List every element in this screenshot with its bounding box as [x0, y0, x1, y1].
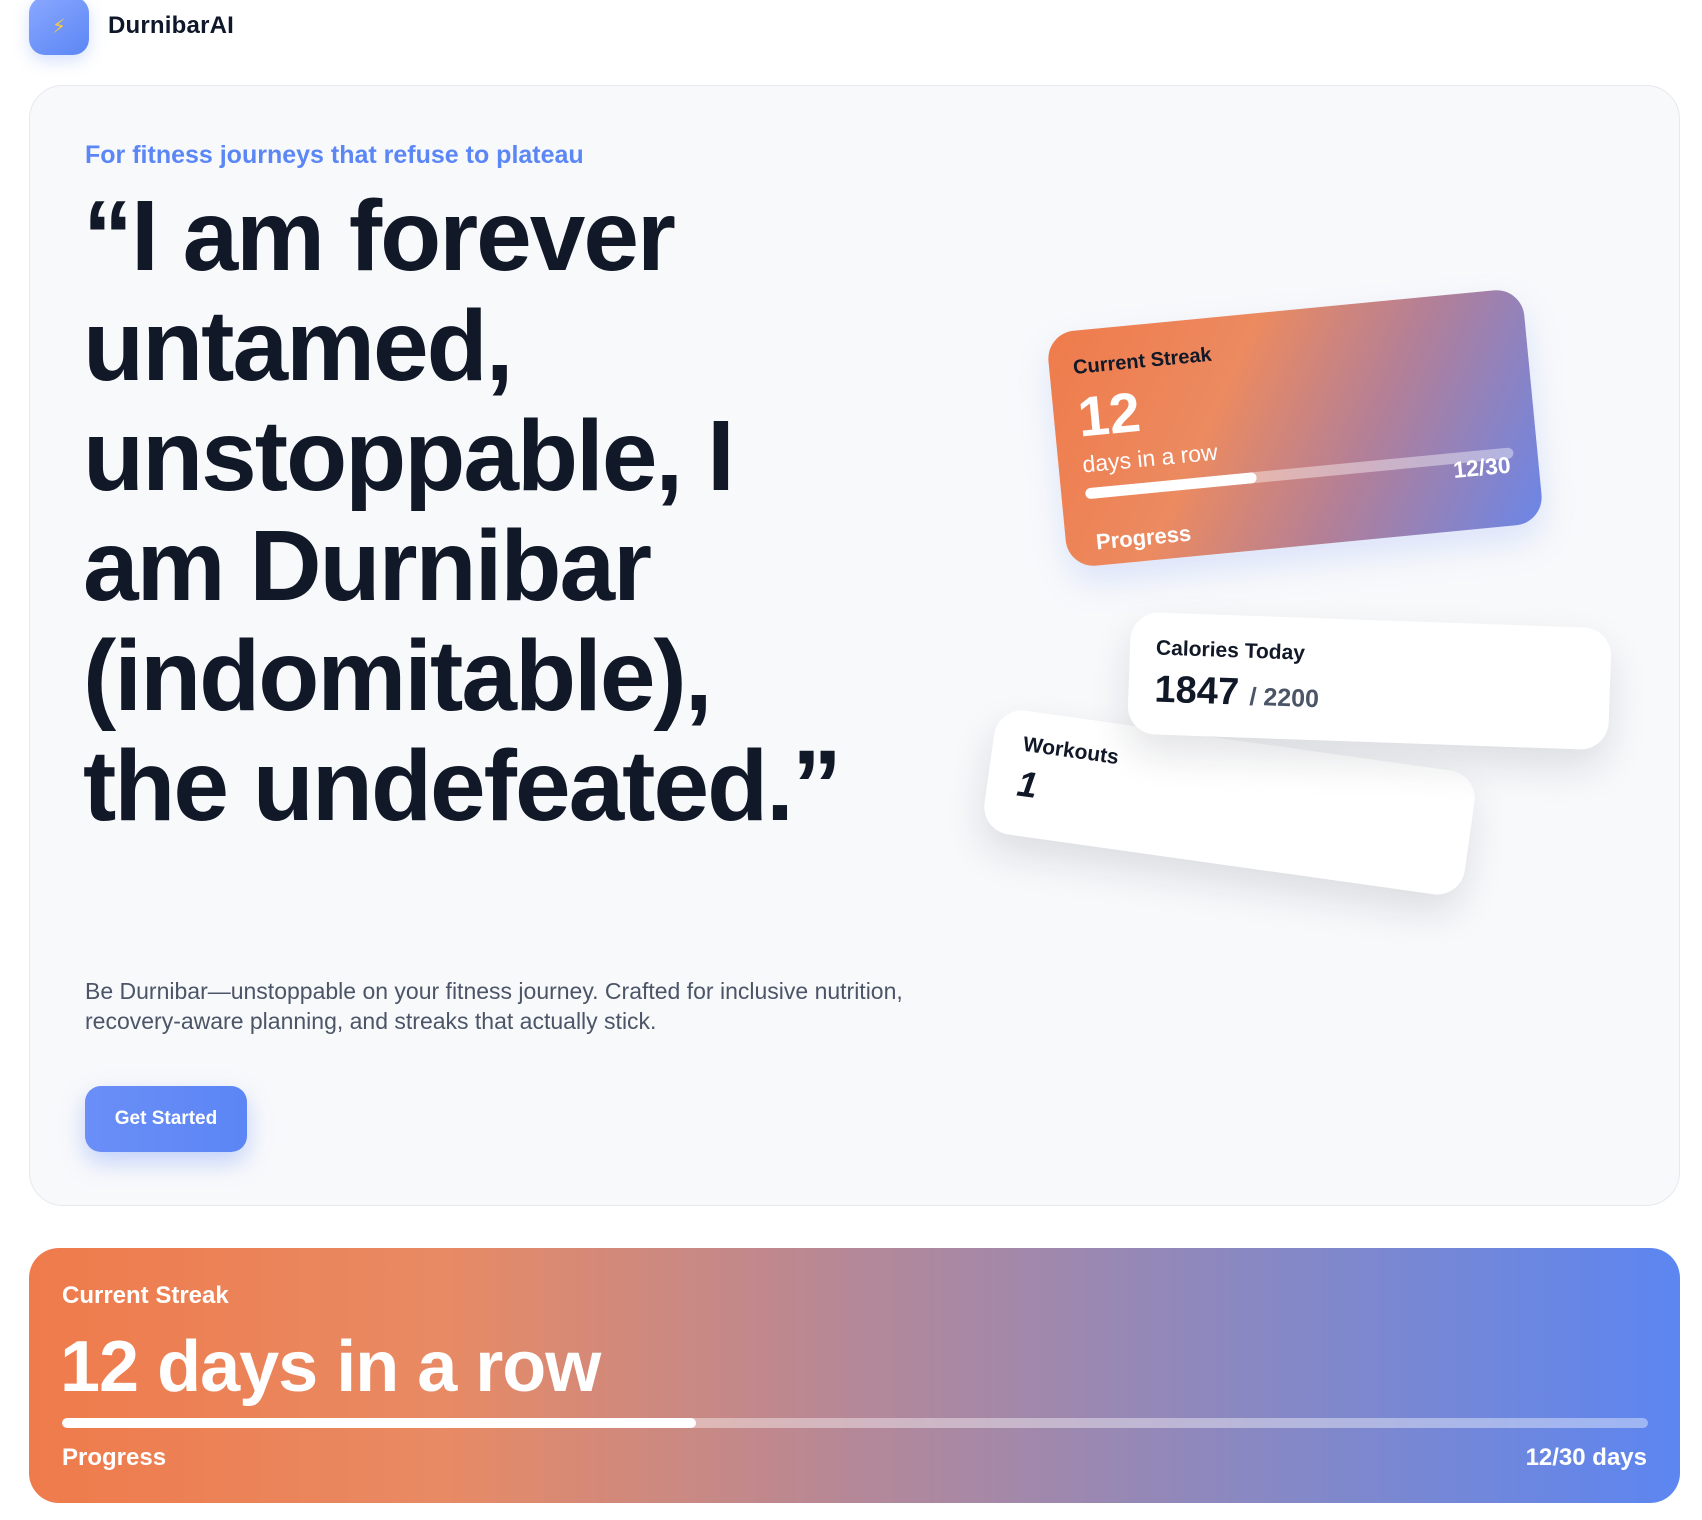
- streak-banner-progress-count: 12/30 days: [1525, 1444, 1647, 1471]
- streak-banner-headline: 12 days in a row: [60, 1327, 601, 1407]
- streak-card-progress-fill: [1084, 471, 1258, 500]
- calories-card-value: 1847: [1153, 668, 1240, 714]
- streak-banner: Current Streak 12 days in a row Progress…: [29, 1248, 1680, 1503]
- hero-subtext: Be Durnibar—unstoppable on your fitness …: [85, 978, 903, 1034]
- logo-badge[interactable]: ⚡: [29, 0, 89, 55]
- brand-name[interactable]: DurnibarAI: [108, 12, 234, 40]
- calories-card: Calories Today 1847 / 2200: [1127, 611, 1612, 751]
- calories-card-value-row: 1847 / 2200: [1154, 669, 1584, 727]
- calories-card-goal: / 2200: [1248, 682, 1320, 714]
- get-started-button[interactable]: Get Started: [85, 1086, 247, 1152]
- streak-banner-progress-label: Progress: [62, 1444, 167, 1471]
- calories-card-label: Calories Today: [1155, 636, 1306, 665]
- streak-banner-label: Current Streak: [62, 1282, 229, 1309]
- hero-headline: “I am forever untamed, unstoppable, I am…: [83, 180, 842, 842]
- streak-banner-progress-fill: [62, 1418, 697, 1428]
- streak-card-progress-label: Progress: [1094, 520, 1193, 555]
- streak-banner-progress-bar: [62, 1418, 1648, 1428]
- top-header: ⚡ DurnibarAI: [29, 0, 234, 58]
- streak-card-progress-count: 12/30: [1451, 451, 1512, 483]
- hero-eyebrow: For fitness journeys that refuse to plat…: [85, 141, 584, 169]
- lightning-bolt-icon: ⚡: [51, 15, 67, 38]
- streak-card: Current Streak 12 days in a row 12/30 Pr…: [1045, 287, 1545, 569]
